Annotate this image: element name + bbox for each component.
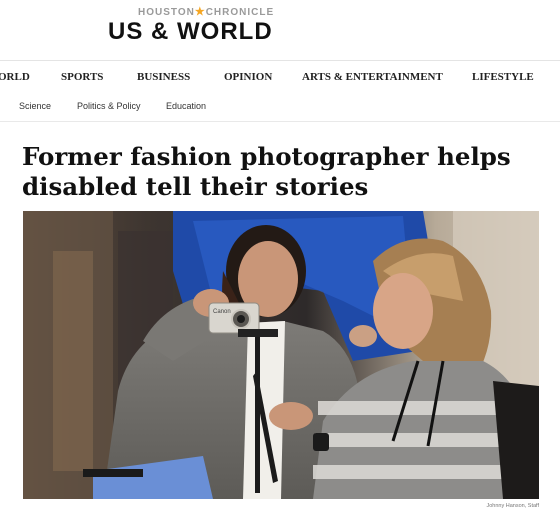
nav-item-world[interactable]: ORLD [0,71,30,83]
nav-item-arts-entertainment[interactable]: ARTS & ENTERTAINMENT [302,71,443,83]
nav-item-lifestyle[interactable]: LIFESTYLE [472,71,534,83]
nav-item-opinion[interactable]: OPINION [224,71,272,83]
subnav-item-politics-policy[interactable]: Politics & Policy [77,101,141,111]
article-photo[interactable]: Canon [23,211,539,499]
subnav-item-science[interactable]: Science [19,101,51,111]
photo-credit: Johnny Hanson, Staff [486,503,540,509]
divider [0,121,560,122]
nav-item-sports[interactable]: SPORTS [61,71,103,83]
brand-logo[interactable]: HOUSTON★CHRONICLE [138,5,274,18]
photo-illustration: Canon [23,211,539,499]
camera-brand-label: Canon [213,309,231,315]
subnav-item-education[interactable]: Education [166,101,206,111]
brand-name-right: CHRONICLE [205,7,275,18]
section-title[interactable]: US & WORLD [108,18,273,46]
sub-nav: Science Politics & Policy Education [0,94,560,120]
masthead: HOUSTON★CHRONICLE US & WORLD [0,0,560,60]
star-icon: ★ [194,6,206,18]
article-headline: Former fashion photographer helps disabl… [22,142,511,201]
nav-item-business[interactable]: BUSINESS [137,71,190,83]
main-nav: ORLD SPORTS BUSINESS OPINION ARTS & ENTE… [0,60,560,95]
brand-name-left: HOUSTON [138,7,195,18]
